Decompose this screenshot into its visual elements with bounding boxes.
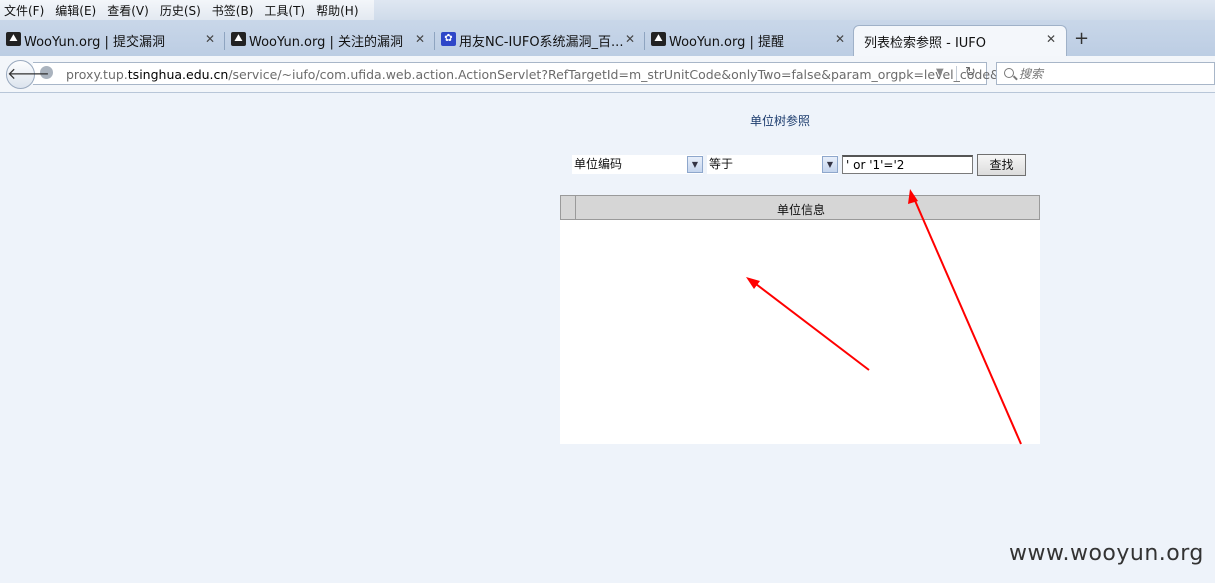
annotation-arrow-input: [912, 195, 1022, 445]
watermark: www.wooyun.org: [1009, 541, 1204, 566]
arrowhead-grid: [746, 277, 760, 289]
annotation-arrows: [746, 189, 1022, 445]
annotation-arrow-grid: [751, 280, 870, 371]
